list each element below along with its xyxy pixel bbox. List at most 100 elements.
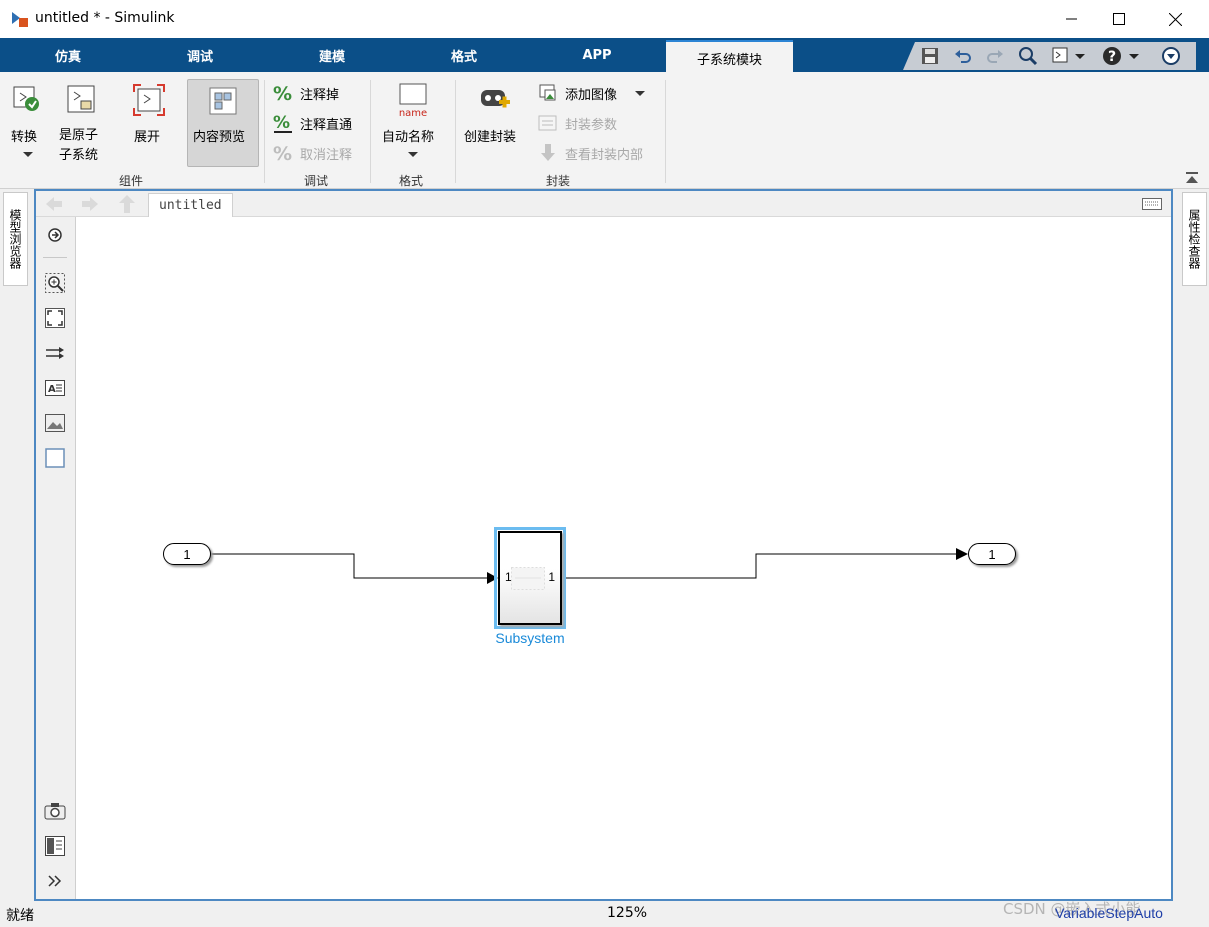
help-icon[interactable]: ? (1102, 46, 1122, 66)
fit-to-view-button[interactable] (44, 307, 66, 329)
minimize-icon (1066, 18, 1077, 20)
group-separator (264, 80, 265, 183)
arrow-down-icon (541, 144, 555, 161)
maximize-button[interactable] (1096, 0, 1142, 38)
area-button[interactable] (44, 447, 66, 469)
atomic-subsystem-label: 是原子 子系统 (59, 128, 99, 163)
percent-comment-icon: % (273, 83, 292, 104)
breadcrumb-model-name[interactable]: untitled (148, 193, 233, 217)
auto-name-label: 自动名称 (382, 130, 435, 145)
palette-separator (43, 257, 67, 258)
svg-text:name: name (399, 108, 427, 116)
property-inspector-tab[interactable]: 属性检查器 (1182, 192, 1207, 286)
expand-button[interactable]: 展开 (126, 80, 172, 170)
comment-through-label: 注释直通 (300, 117, 353, 133)
tab-format[interactable]: 格式 (414, 38, 514, 72)
status-ready: 就绪 (6, 908, 34, 924)
ribbon-collapse-icon[interactable] (1161, 46, 1181, 66)
group-separator (665, 80, 666, 183)
collapse-ribbon-icon[interactable] (1184, 171, 1200, 185)
look-under-mask-label: 查看封装内部 (565, 147, 644, 163)
subsystem-block[interactable]: 1 1 (498, 531, 562, 625)
mask-parameters-button[interactable]: 封装参数 (537, 112, 617, 134)
annotation-button[interactable]: A (44, 377, 66, 399)
uncomment-button[interactable]: % 取消注释 (272, 142, 352, 164)
status-bar: 就绪 125% CSDN @嵌入式小能 VariableStepAuto (0, 900, 1209, 927)
model-browser-icon (45, 836, 65, 856)
left-dock-strip (0, 189, 33, 901)
arrows-right-icon (46, 347, 64, 359)
chevron-down-icon (408, 152, 418, 157)
help-dropdown-icon[interactable] (1129, 51, 1139, 61)
comment-out-button[interactable]: % 注释掉 (272, 82, 339, 104)
search-icon[interactable] (1018, 46, 1038, 66)
keyboard-icon[interactable] (1142, 198, 1162, 210)
model-browser-tab[interactable]: 模型浏览器 (3, 192, 28, 286)
add-image-label: 添加图像 (565, 87, 618, 103)
look-under-mask-button[interactable]: 查看封装内部 (537, 142, 643, 164)
expand-palette-button[interactable] (44, 870, 66, 892)
auto-name-button[interactable]: name 自动名称 (378, 80, 448, 170)
svg-text:%: % (273, 113, 290, 133)
comment-out-label: 注释掉 (300, 87, 340, 103)
auto-name-icon: name (399, 83, 427, 116)
subsystem-outport-label: 1 (548, 570, 555, 584)
redo-icon[interactable] (985, 46, 1005, 66)
signal-routing-button[interactable] (44, 342, 66, 364)
create-mask-label: 创建封装 (464, 130, 517, 145)
svg-text:%: % (273, 143, 292, 164)
atomic-subsystem-button[interactable]: 是原子 子系统 (56, 80, 111, 172)
dropdown-arrow-icon[interactable] (1075, 51, 1085, 61)
model-browser-toggle-button[interactable] (44, 835, 66, 857)
back-arrow-icon[interactable] (44, 195, 64, 213)
convert-label: 转换 (11, 130, 38, 145)
tab-modeling[interactable]: 建模 (282, 38, 382, 72)
title-bar: untitled * - Simulink (0, 0, 1209, 38)
mask-parameters-icon (538, 115, 557, 131)
svg-text:A: A (48, 384, 56, 395)
zoom-button[interactable] (44, 272, 66, 294)
text-annotation-icon: A (45, 380, 65, 396)
tab-simulation[interactable]: 仿真 (18, 38, 118, 72)
maximize-icon (1113, 13, 1125, 25)
forward-arrow-icon[interactable] (80, 195, 100, 213)
zoom-in-icon (45, 273, 65, 293)
create-mask-icon (481, 90, 510, 108)
content-preview-label: 内容预览 (193, 130, 246, 145)
add-image-dropdown-icon[interactable] (635, 89, 646, 97)
chevron-down-icon (23, 152, 33, 157)
group-separator (370, 80, 371, 183)
minimize-button[interactable] (1049, 0, 1095, 38)
camera-icon (44, 803, 66, 820)
tab-apps[interactable]: APP (547, 38, 647, 72)
inport-block[interactable]: 1 (163, 543, 211, 565)
svg-text:?: ? (1108, 49, 1116, 65)
simulink-app-icon (12, 12, 28, 27)
solver-indicator[interactable]: VariableStepAuto (1055, 905, 1163, 921)
editor-palette: A (36, 217, 75, 899)
add-image-button[interactable]: 添加图像 (537, 82, 646, 104)
group-label-debug: 调试 (304, 174, 329, 188)
screenshot-button[interactable] (44, 800, 66, 822)
tab-debug[interactable]: 调试 (150, 38, 250, 72)
content-preview-icon (209, 87, 237, 115)
convert-button[interactable]: 转换 (8, 80, 48, 170)
create-mask-button[interactable]: 创建封装 (462, 80, 528, 170)
zoom-level[interactable]: 125% (607, 905, 647, 921)
tab-subsystem-block[interactable]: 子系统模块 (666, 40, 793, 74)
comment-through-icon: % (273, 113, 292, 133)
comment-through-button[interactable]: % 注释直通 (272, 112, 352, 134)
content-preview-button[interactable]: 内容预览 (187, 79, 259, 167)
hide-show-explorer-button[interactable] (44, 224, 66, 246)
undo-icon[interactable] (953, 46, 973, 66)
outport-block[interactable]: 1 (968, 543, 1016, 565)
close-button[interactable] (1152, 0, 1198, 38)
up-arrow-icon[interactable] (118, 194, 136, 214)
subsystem-name-label[interactable]: Subsystem (470, 630, 590, 646)
image-annotation-button[interactable] (44, 412, 66, 434)
area-rectangle-icon (45, 448, 65, 468)
library-browser-icon[interactable] (1051, 46, 1071, 66)
content-preview-thumbnail (511, 567, 545, 590)
save-icon[interactable] (920, 46, 940, 66)
expand-icon (133, 84, 165, 116)
